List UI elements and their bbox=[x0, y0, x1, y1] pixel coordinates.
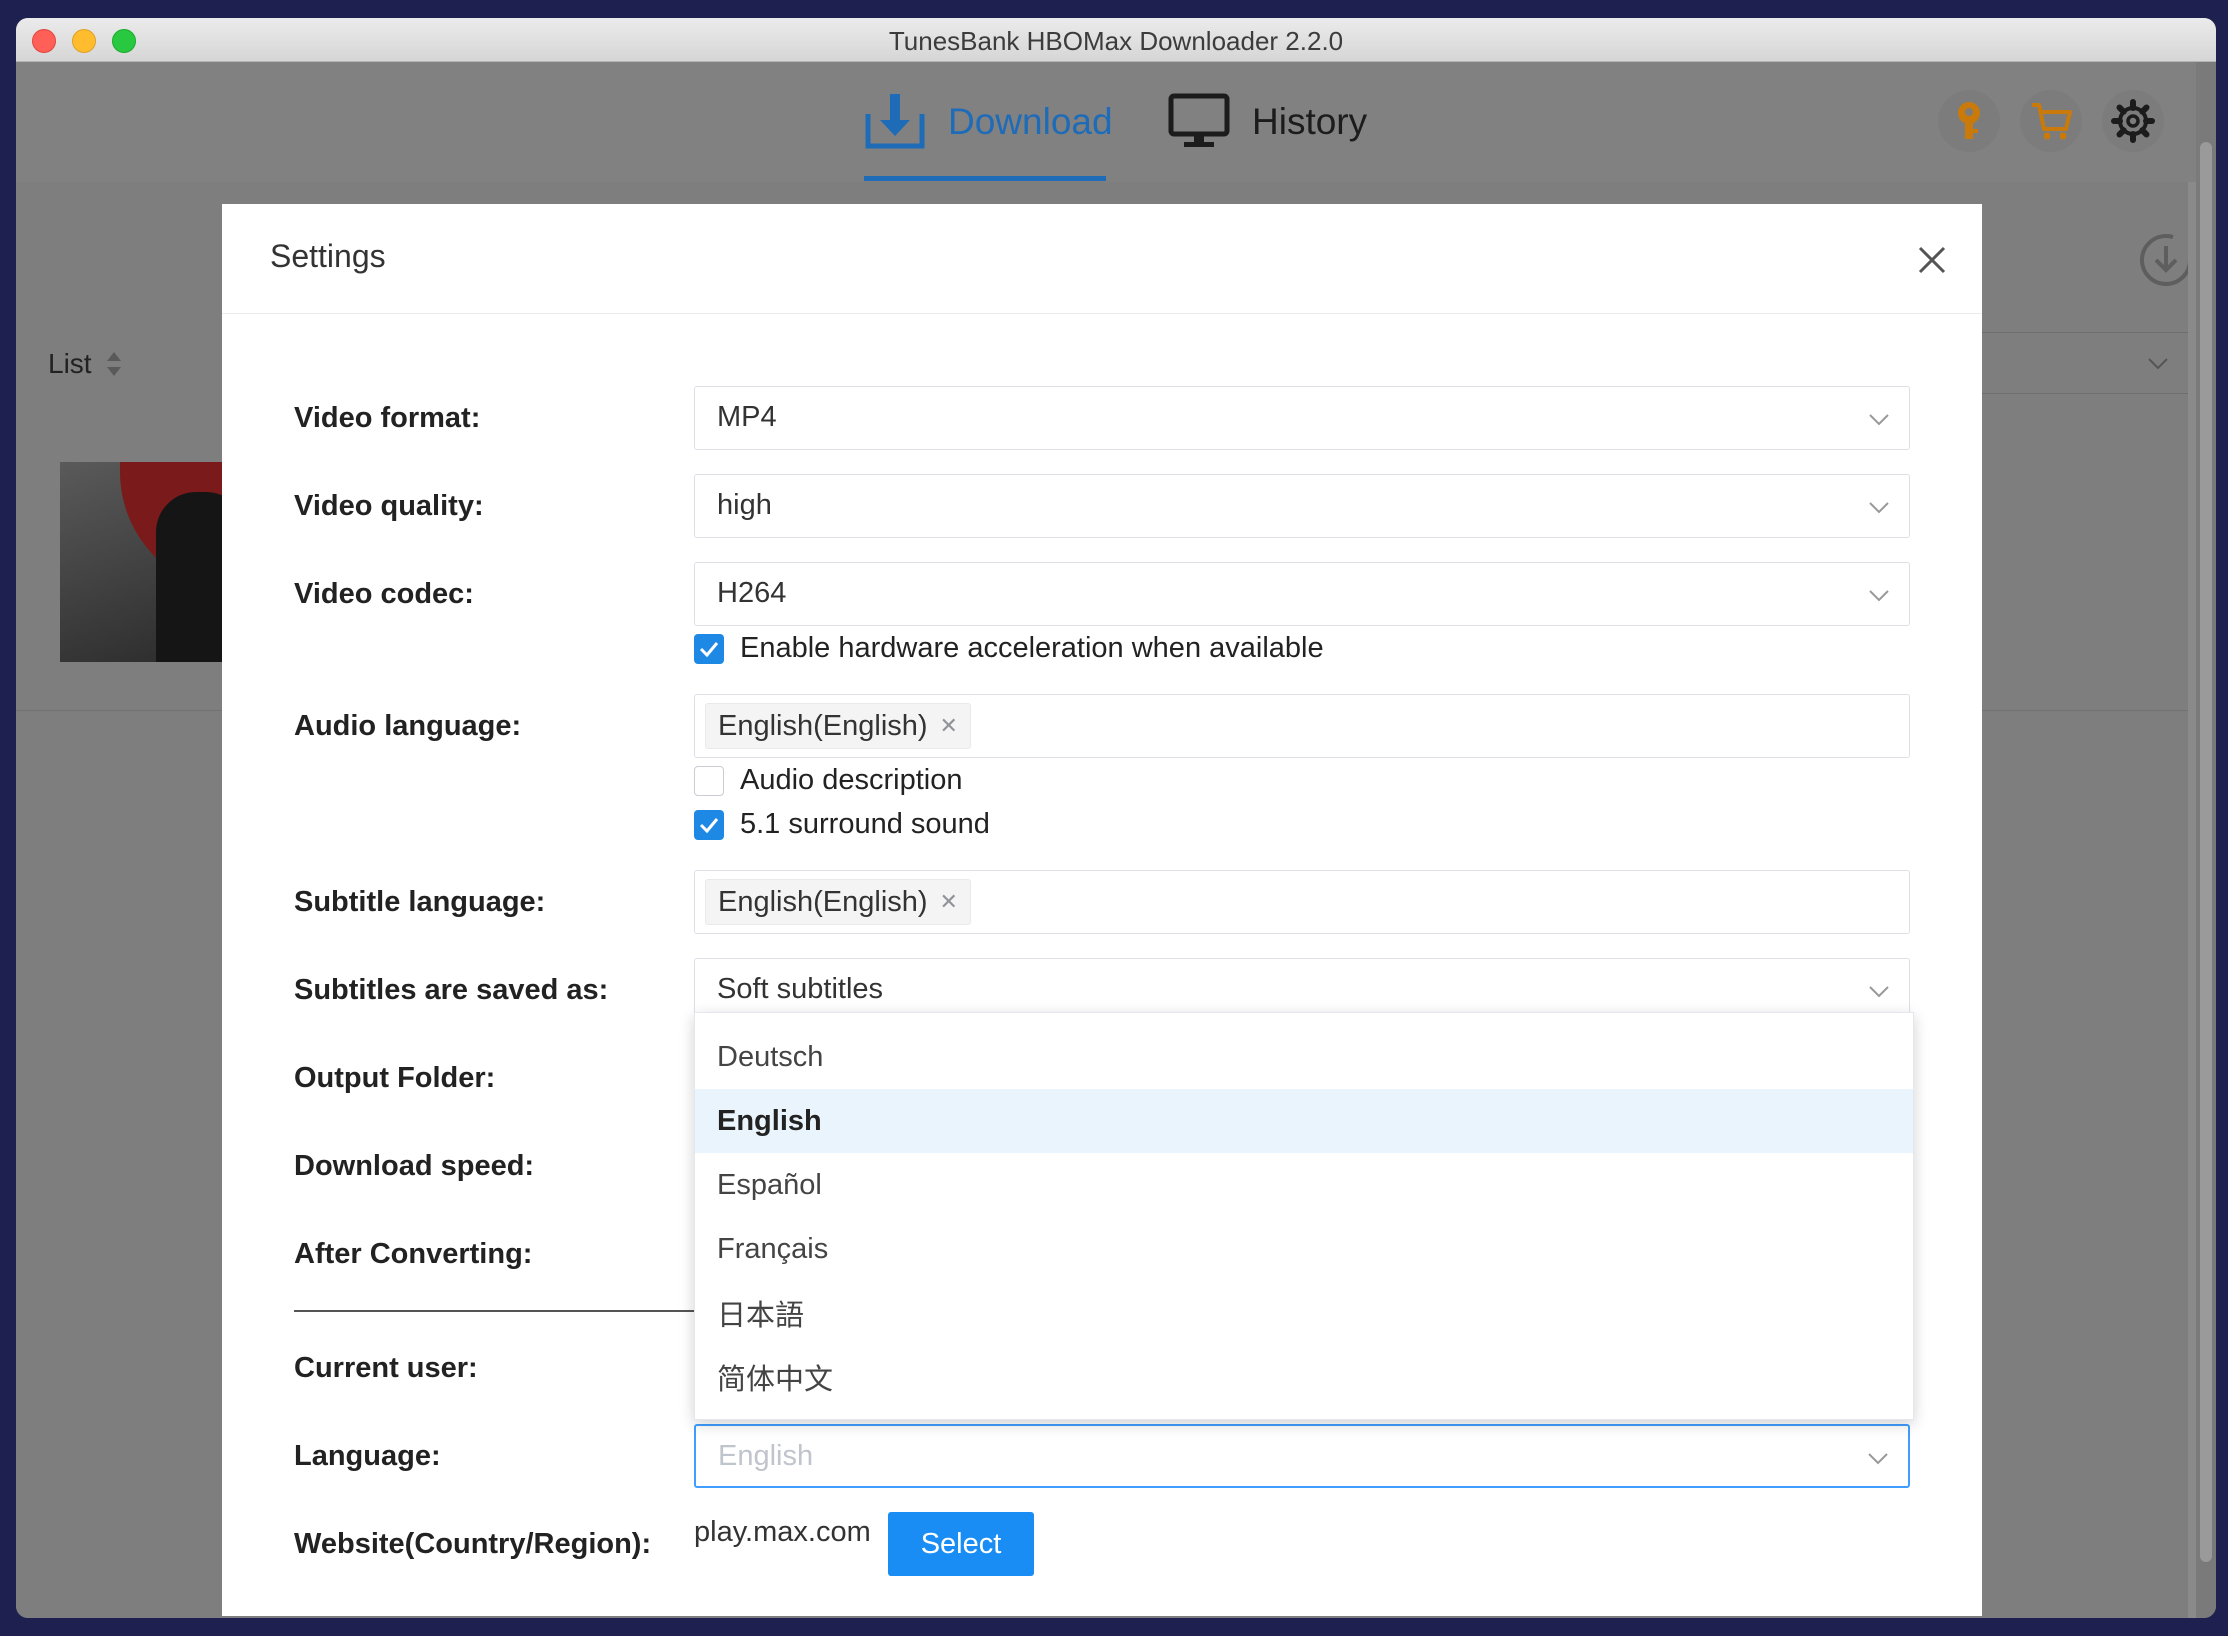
audio-language-multiselect[interactable]: English(English) ✕ bbox=[694, 694, 1910, 758]
language-option-japanese[interactable]: 日本語 bbox=[695, 1281, 1913, 1345]
chevron-down-icon bbox=[1869, 986, 1889, 998]
surround-label: 5.1 surround sound bbox=[740, 808, 990, 840]
audio-language-tag-text: English(English) bbox=[718, 709, 928, 742]
download-speed-label: Download speed: bbox=[294, 1150, 535, 1182]
tab-history-label: History bbox=[1252, 101, 1368, 142]
section-divider bbox=[294, 1310, 694, 1312]
language-dropdown: Deutsch English Español Français 日本語 简体中… bbox=[694, 1012, 1914, 1420]
background-select[interactable] bbox=[1980, 332, 2188, 394]
window-scrollbar[interactable] bbox=[2196, 62, 2216, 1618]
active-tab-indicator bbox=[864, 176, 1106, 181]
website-value: play.max.com bbox=[694, 1516, 871, 1548]
subtitle-language-label: Subtitle language: bbox=[294, 886, 546, 918]
checkbox-checked[interactable] bbox=[694, 809, 724, 840]
purchase-cart-button[interactable] bbox=[2020, 90, 2082, 152]
settings-button[interactable] bbox=[2102, 90, 2164, 152]
window-title: TunesBank HBOMax Downloader 2.2.0 bbox=[888, 26, 1344, 56]
hw-accel-checkbox[interactable]: Enable hardware acceleration when availa… bbox=[694, 632, 1324, 665]
current-user-label: Current user: bbox=[294, 1352, 478, 1384]
settings-header: Settings bbox=[222, 204, 1982, 314]
language-option-english[interactable]: English bbox=[695, 1089, 1913, 1153]
video-format-label: Video format: bbox=[294, 402, 481, 434]
key-icon bbox=[1958, 102, 1980, 139]
chevron-down-icon bbox=[1869, 414, 1889, 426]
video-codec-select[interactable]: H264 bbox=[694, 562, 1910, 626]
hw-accel-label: Enable hardware acceleration when availa… bbox=[740, 632, 1324, 664]
register-key-button[interactable] bbox=[1938, 90, 2000, 152]
language-option-francais[interactable]: Français bbox=[695, 1217, 1913, 1281]
checkbox-unchecked[interactable] bbox=[694, 765, 724, 796]
tab-download-label: Download bbox=[948, 101, 1113, 142]
audio-description-checkbox[interactable]: Audio description bbox=[694, 764, 962, 797]
cart-icon bbox=[2032, 103, 2072, 140]
language-label: Language: bbox=[294, 1440, 441, 1472]
audio-description-label: Audio description bbox=[740, 764, 963, 796]
language-option-chinese[interactable]: 简体中文 bbox=[695, 1345, 1913, 1409]
tab-download[interactable]: Download bbox=[864, 62, 1113, 182]
subtitles-saved-as-label: Subtitles are saved as: bbox=[294, 974, 609, 1006]
subtitle-language-tag: English(English) ✕ bbox=[705, 879, 971, 925]
app-header: Download History bbox=[16, 62, 2216, 182]
language-option-deutsch[interactable]: Deutsch bbox=[695, 1025, 1913, 1089]
sort-icon bbox=[106, 352, 121, 376]
chevron-down-icon bbox=[2148, 358, 2168, 370]
remove-tag-icon[interactable]: ✕ bbox=[940, 889, 958, 915]
monitor-icon bbox=[1168, 93, 1230, 147]
video-thumbnail bbox=[60, 462, 230, 662]
download-tray-icon bbox=[865, 94, 925, 149]
scrollbar-thumb[interactable] bbox=[2200, 142, 2212, 1562]
checkbox-checked[interactable] bbox=[694, 633, 724, 664]
list-sort[interactable]: List bbox=[48, 348, 122, 380]
download-all-icon[interactable] bbox=[2136, 230, 2188, 290]
video-quality-label: Video quality: bbox=[294, 490, 484, 522]
remove-tag-icon[interactable]: ✕ bbox=[940, 713, 958, 739]
close-icon[interactable] bbox=[1912, 240, 1952, 280]
subtitle-language-tag-text: English(English) bbox=[718, 885, 928, 918]
video-quality-select[interactable]: high bbox=[694, 474, 1910, 538]
title-bar: TunesBank HBOMax Downloader 2.2.0 bbox=[16, 18, 2216, 62]
after-converting-label: After Converting: bbox=[294, 1238, 533, 1270]
website-label: Website(Country/Region): bbox=[294, 1528, 652, 1560]
output-folder-label: Output Folder: bbox=[294, 1062, 496, 1094]
chevron-down-icon bbox=[1869, 590, 1889, 602]
chevron-down-icon bbox=[1869, 502, 1889, 514]
language-value: English bbox=[718, 1440, 814, 1472]
language-option-espanol[interactable]: Español bbox=[695, 1153, 1913, 1217]
select-website-button[interactable]: Select bbox=[888, 1512, 1034, 1576]
video-quality-value: high bbox=[717, 489, 772, 521]
gear-icon bbox=[2111, 99, 2155, 143]
settings-dialog: Settings Video format: MP4 Video quality… bbox=[222, 204, 1982, 1616]
video-format-value: MP4 bbox=[717, 401, 777, 433]
list-label: List bbox=[48, 348, 92, 379]
chevron-down-icon bbox=[1868, 1453, 1888, 1465]
subtitle-language-multiselect[interactable]: English(English) ✕ bbox=[694, 870, 1910, 934]
check-icon bbox=[699, 817, 719, 833]
video-codec-label: Video codec: bbox=[294, 578, 474, 610]
audio-language-label: Audio language: bbox=[294, 710, 522, 742]
audio-language-tag: English(English) ✕ bbox=[705, 703, 971, 749]
surround-checkbox[interactable]: 5.1 surround sound bbox=[694, 808, 990, 841]
subtitles-saved-as-value: Soft subtitles bbox=[717, 973, 884, 1005]
video-format-select[interactable]: MP4 bbox=[694, 386, 1910, 450]
check-icon bbox=[699, 641, 719, 657]
settings-title: Settings bbox=[270, 238, 386, 274]
video-codec-value: H264 bbox=[717, 577, 787, 609]
tab-history[interactable]: History bbox=[1168, 62, 1367, 182]
language-select[interactable]: English bbox=[694, 1424, 1910, 1488]
